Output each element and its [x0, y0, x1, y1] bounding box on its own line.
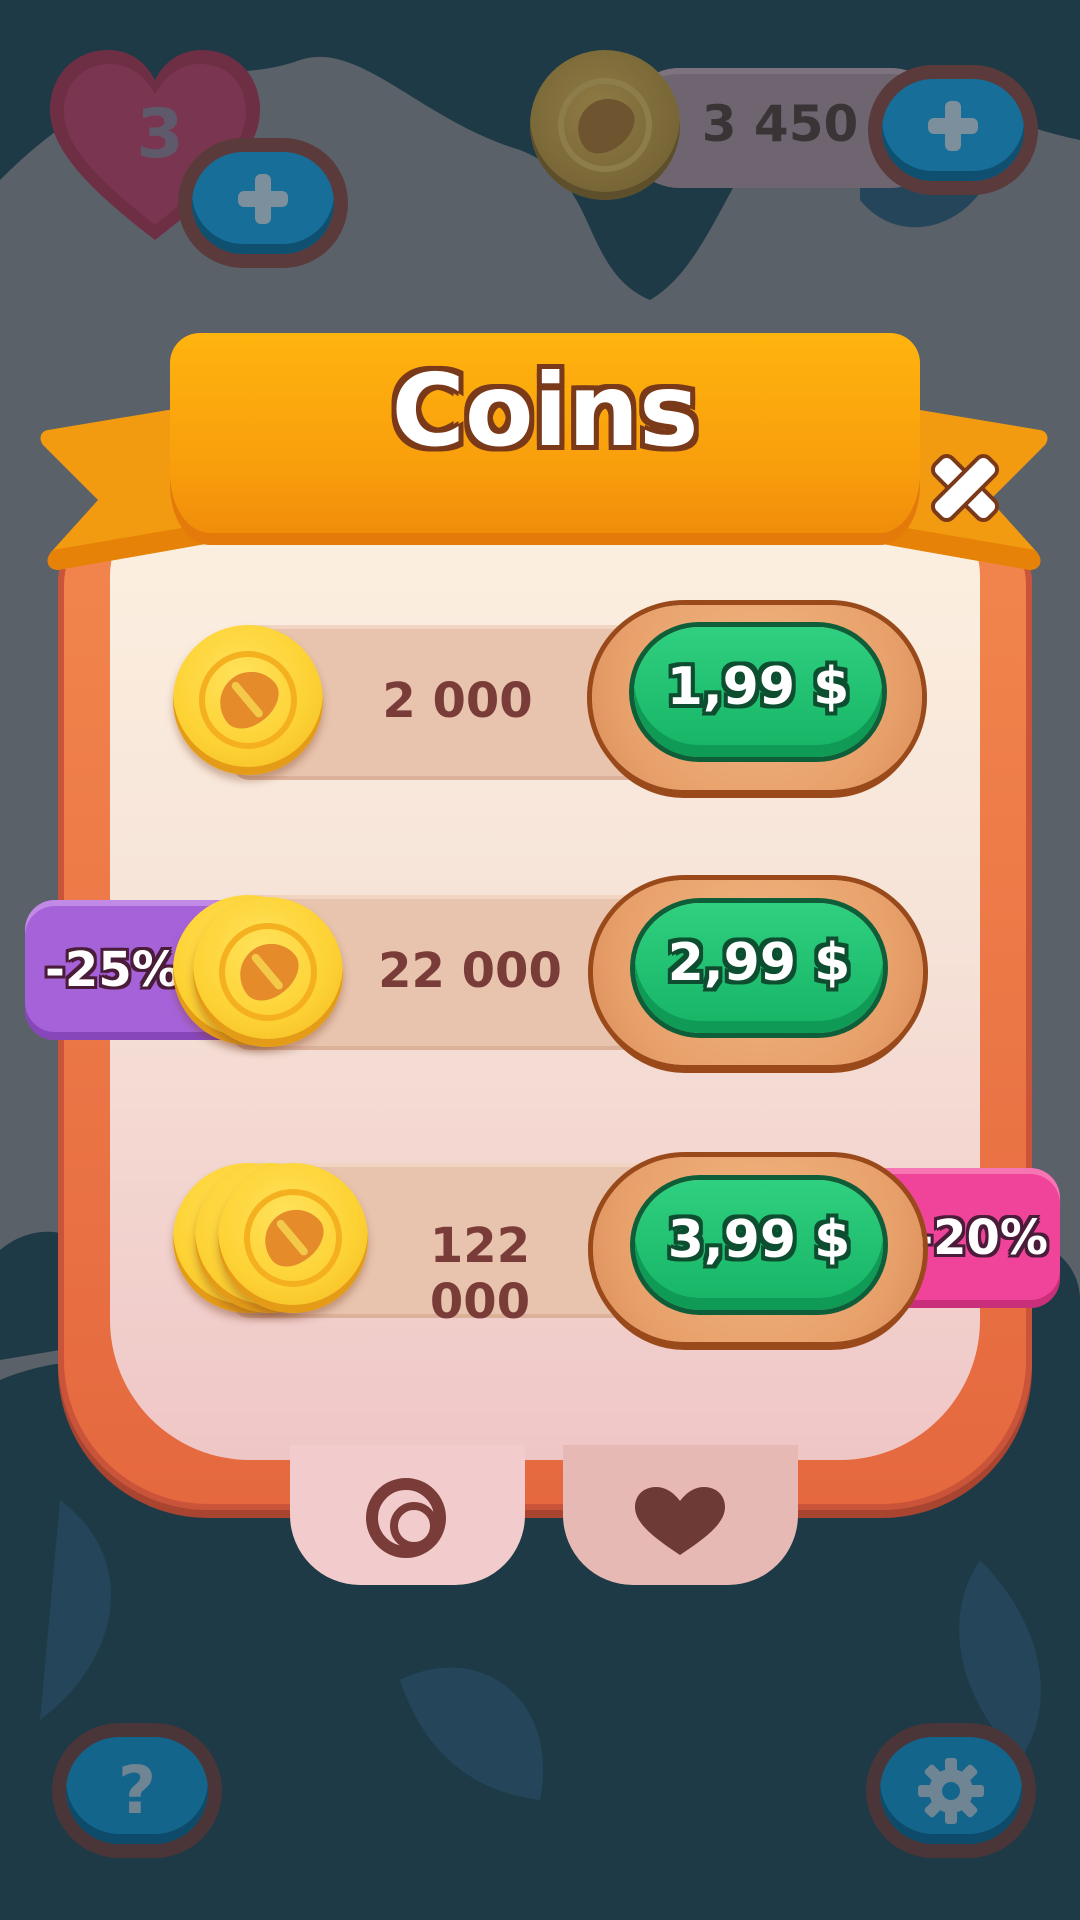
offer-amount: 2 000	[382, 673, 533, 729]
close-button[interactable]	[925, 448, 1005, 528]
lives-count: 3	[136, 95, 184, 174]
plus-icon	[192, 152, 334, 254]
add-lives-button[interactable]	[178, 138, 348, 268]
settings-button[interactable]	[866, 1723, 1036, 1858]
buy-price: 3,99 $	[667, 1210, 851, 1270]
coin-icon	[193, 897, 343, 1047]
coin-balance: 3 450	[701, 95, 859, 153]
offer-amount: 122 000	[429, 1218, 531, 1330]
target-icon	[366, 1478, 446, 1558]
popup-title: Coins	[391, 352, 699, 469]
coin-icon	[530, 50, 680, 200]
plus-icon	[882, 79, 1024, 181]
coin-icon	[173, 625, 323, 775]
buy-price: 2,99 $	[667, 933, 851, 993]
gear-icon	[918, 1757, 984, 1824]
add-coins-button[interactable]	[868, 65, 1038, 195]
help-label: ?	[66, 1737, 208, 1844]
coin-icon	[218, 1163, 368, 1313]
offer-amount: 22 000	[378, 943, 562, 999]
heart-icon	[635, 1487, 725, 1555]
help-button[interactable]: ?	[52, 1723, 222, 1858]
buy-price: 1,99 $	[666, 657, 850, 717]
